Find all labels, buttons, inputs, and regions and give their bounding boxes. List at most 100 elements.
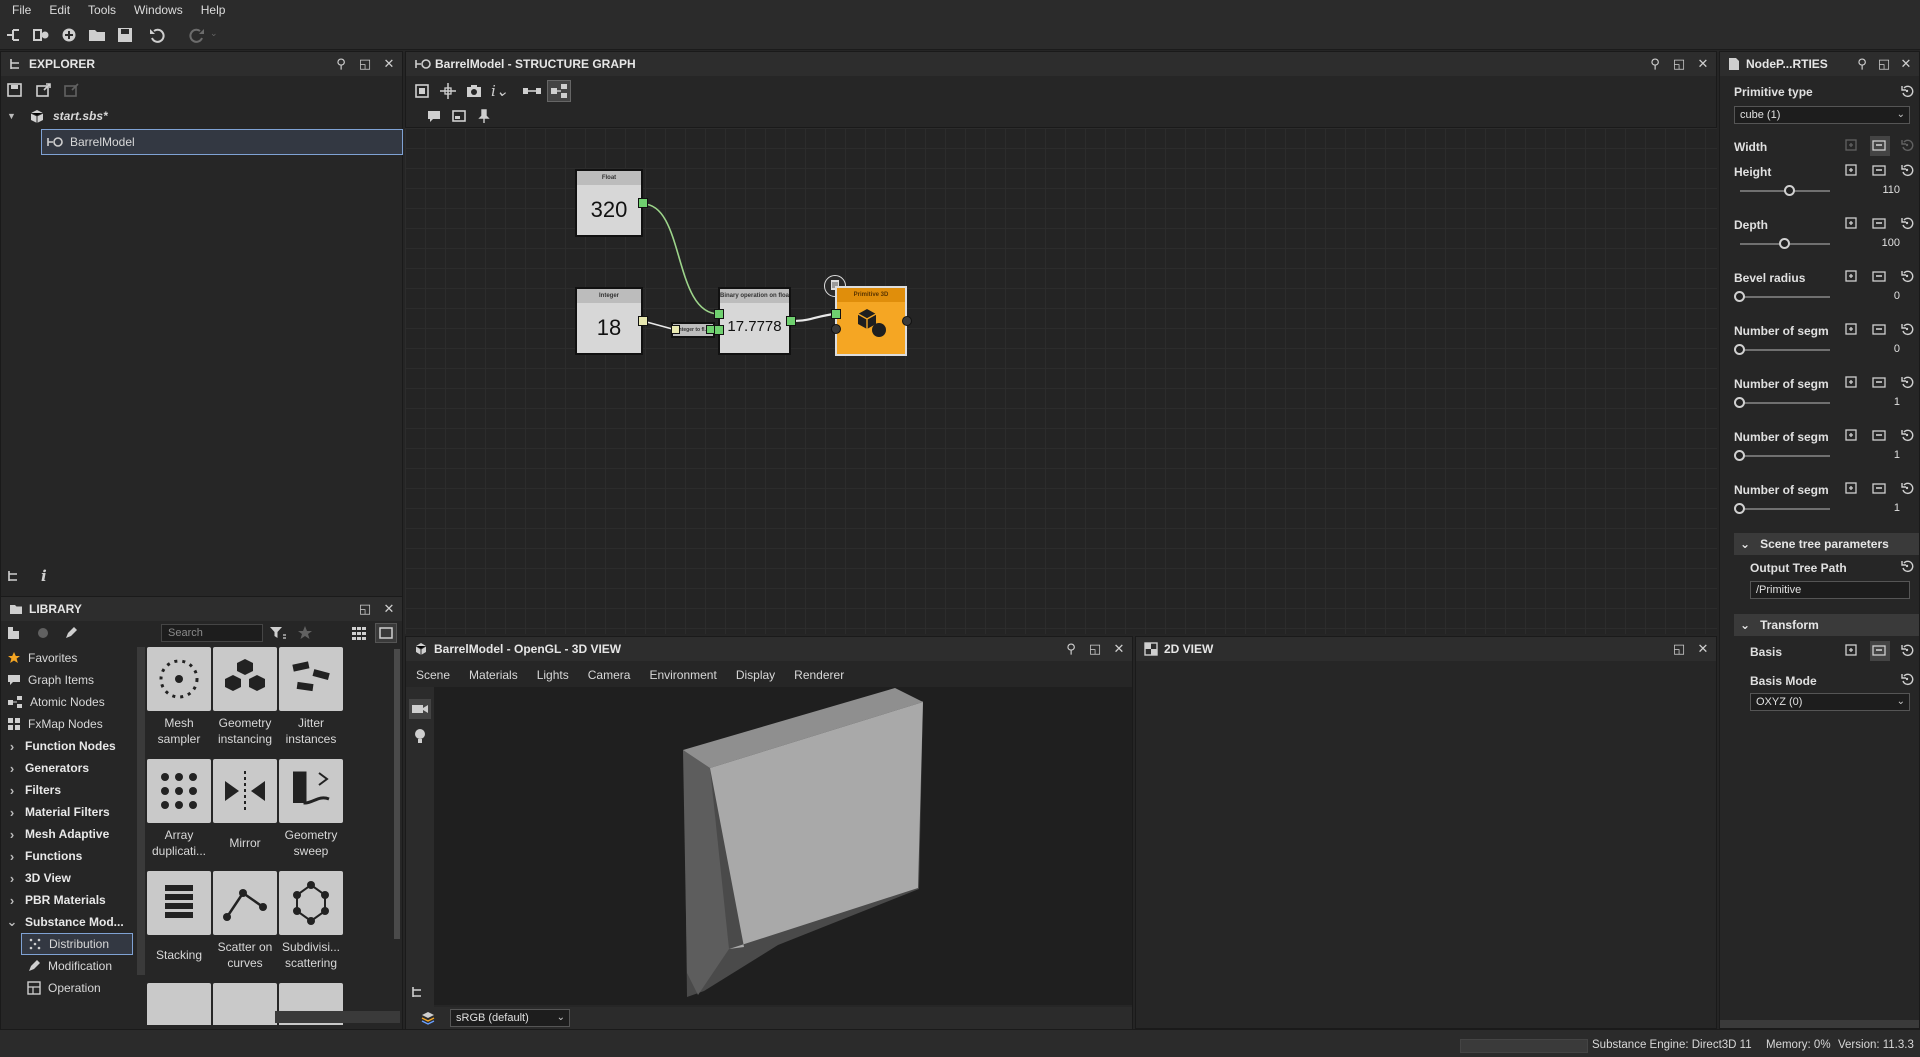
chevron-right-icon[interactable]: ›: [5, 761, 19, 776]
expose-parameter-icon[interactable]: [1872, 269, 1888, 285]
new-package-icon[interactable]: [60, 26, 78, 44]
parameter-value[interactable]: 110: [1860, 184, 1900, 196]
chevron-right-icon[interactable]: ›: [5, 827, 19, 842]
hierarchy-layout-icon[interactable]: [547, 80, 571, 102]
slider-track[interactable]: [1740, 455, 1830, 457]
binary-operation-node[interactable]: Binary operation on float 17.7778: [718, 287, 791, 355]
library-category-scrollbar[interactable]: [137, 647, 145, 975]
parameter-value[interactable]: 0: [1860, 343, 1900, 355]
reset-icon[interactable]: [1900, 559, 1916, 575]
primitive-output-port[interactable]: [902, 316, 912, 326]
library-tile-stacking[interactable]: [147, 871, 211, 935]
function-link-icon[interactable]: [1844, 375, 1860, 391]
binary-input-b-port[interactable]: [714, 325, 724, 335]
slider-thumb[interactable]: [1734, 291, 1745, 302]
menu-tools[interactable]: Tools: [82, 3, 128, 17]
library-category-material-filters[interactable]: › Material Filters: [1, 801, 135, 823]
graph-canvas[interactable]: Float 320 Integer 18 Integer to fl... Bi…: [405, 128, 1717, 634]
comment-icon[interactable]: [426, 108, 444, 126]
expose-parameter-icon[interactable]: [1872, 375, 1888, 391]
slider-thumb[interactable]: [1779, 238, 1790, 249]
reset-icon[interactable]: [1900, 428, 1916, 444]
binary-output-port[interactable]: [786, 316, 796, 326]
transform-section[interactable]: ⌄ Transform: [1734, 614, 1919, 636]
float-panel-icon[interactable]: ◱: [1877, 57, 1891, 71]
explorer-publish-icon[interactable]: [63, 81, 81, 99]
parameter-value[interactable]: 1: [1860, 502, 1900, 514]
expose-parameter-icon[interactable]: [1872, 216, 1888, 232]
tree-view-icon[interactable]: [6, 568, 24, 586]
slider-thumb[interactable]: [1734, 397, 1745, 408]
library-category-distribution[interactable]: Distribution: [21, 933, 133, 955]
grid-view-icon[interactable]: [351, 625, 369, 643]
filter-icon[interactable]: [269, 625, 287, 643]
scene-tree-icon[interactable]: [410, 984, 428, 1002]
slider-thumb[interactable]: [1783, 185, 1795, 196]
redo-dropdown-icon[interactable]: ⌄: [210, 28, 218, 39]
expand-arrow-icon[interactable]: ▼: [7, 111, 19, 121]
reset-icon[interactable]: [1900, 672, 1916, 688]
primitive-input-port-2[interactable]: [831, 324, 841, 334]
expose-parameter-icon[interactable]: [1870, 136, 1890, 156]
close-icon[interactable]: ✕: [1696, 642, 1710, 656]
pin-icon[interactable]: ⚲: [1648, 57, 1662, 71]
library-category-3d-view[interactable]: › 3D View: [1, 867, 135, 889]
save-icon[interactable]: [116, 26, 134, 44]
pin-icon[interactable]: ⚲: [334, 57, 348, 71]
function-link-icon[interactable]: [1844, 481, 1860, 497]
binary-input-a-port[interactable]: [714, 309, 724, 319]
slider-track[interactable]: [1740, 402, 1830, 404]
expose-parameter-icon[interactable]: [1872, 481, 1888, 497]
library-tiles-scrollbar[interactable]: [394, 649, 400, 939]
link-nodes-icon[interactable]: [521, 82, 541, 100]
chevron-right-icon[interactable]: ›: [5, 739, 19, 754]
library-tile-scatter-on-curves[interactable]: [213, 871, 277, 935]
parameter-value[interactable]: 100: [1860, 237, 1900, 249]
open-folder-icon[interactable]: [88, 26, 106, 44]
reset-icon[interactable]: [1900, 375, 1916, 391]
expose-parameter-icon[interactable]: [1870, 641, 1890, 661]
properties-horizontal-scrollbar[interactable]: [1720, 1020, 1919, 1028]
float-panel-icon[interactable]: ◱: [1672, 642, 1686, 656]
primitive-input-port[interactable]: [831, 309, 841, 319]
pin-icon[interactable]: ⚲: [1064, 642, 1078, 656]
slider-thumb[interactable]: [1734, 344, 1745, 355]
tree-row-graph-selected[interactable]: BarrelModel: [41, 129, 403, 155]
float-panel-icon[interactable]: ◱: [1088, 642, 1102, 656]
light-tool-icon[interactable]: [411, 727, 429, 745]
chevron-right-icon[interactable]: ›: [5, 805, 19, 820]
redo-icon[interactable]: [188, 26, 206, 44]
library-category-modification[interactable]: Modification: [21, 955, 139, 977]
reset-icon[interactable]: [1900, 481, 1916, 497]
integer-output-port[interactable]: [638, 316, 648, 326]
float-output-port[interactable]: [638, 198, 648, 208]
expose-parameter-icon[interactable]: [1872, 322, 1888, 338]
library-category-substance-mod[interactable]: ⌄ Substance Mod...: [1, 911, 135, 933]
function-link-icon[interactable]: [1844, 269, 1860, 285]
view-menu-display[interactable]: Display: [736, 668, 775, 682]
frame-icon[interactable]: [451, 108, 469, 126]
library-category-mesh-adaptive[interactable]: › Mesh Adaptive: [1, 823, 135, 845]
close-icon[interactable]: ✕: [382, 57, 396, 71]
float-panel-icon[interactable]: ◱: [1672, 57, 1686, 71]
library-category-operation[interactable]: Operation: [21, 977, 139, 999]
tree-row-package[interactable]: ▼ start.sbs*: [1, 104, 401, 128]
reset-icon[interactable]: [1900, 138, 1916, 154]
colorspace-dropdown[interactable]: sRGB (default) ⌄: [450, 1009, 570, 1027]
reset-icon[interactable]: [1900, 269, 1916, 285]
expose-parameter-icon[interactable]: [1872, 428, 1888, 444]
library-refresh-icon[interactable]: [35, 625, 53, 643]
menu-windows[interactable]: Windows: [128, 3, 195, 17]
function-link-icon[interactable]: [1844, 216, 1860, 232]
screenshot-icon[interactable]: [465, 82, 483, 100]
close-icon[interactable]: ✕: [1696, 57, 1710, 71]
slider-thumb[interactable]: [1734, 450, 1745, 461]
library-tile-jitter-instances[interactable]: [279, 647, 343, 711]
library-category-functions[interactable]: › Functions: [1, 845, 135, 867]
view-3d-viewport[interactable]: [434, 687, 1132, 1005]
convert-input-port[interactable]: [671, 325, 680, 334]
pin-node-icon[interactable]: [476, 108, 494, 126]
library-category-favorites[interactable]: Favorites: [1, 647, 135, 669]
library-tile-geometry-sweep[interactable]: [279, 759, 343, 823]
library-tile-array-duplicati[interactable]: [147, 759, 211, 823]
